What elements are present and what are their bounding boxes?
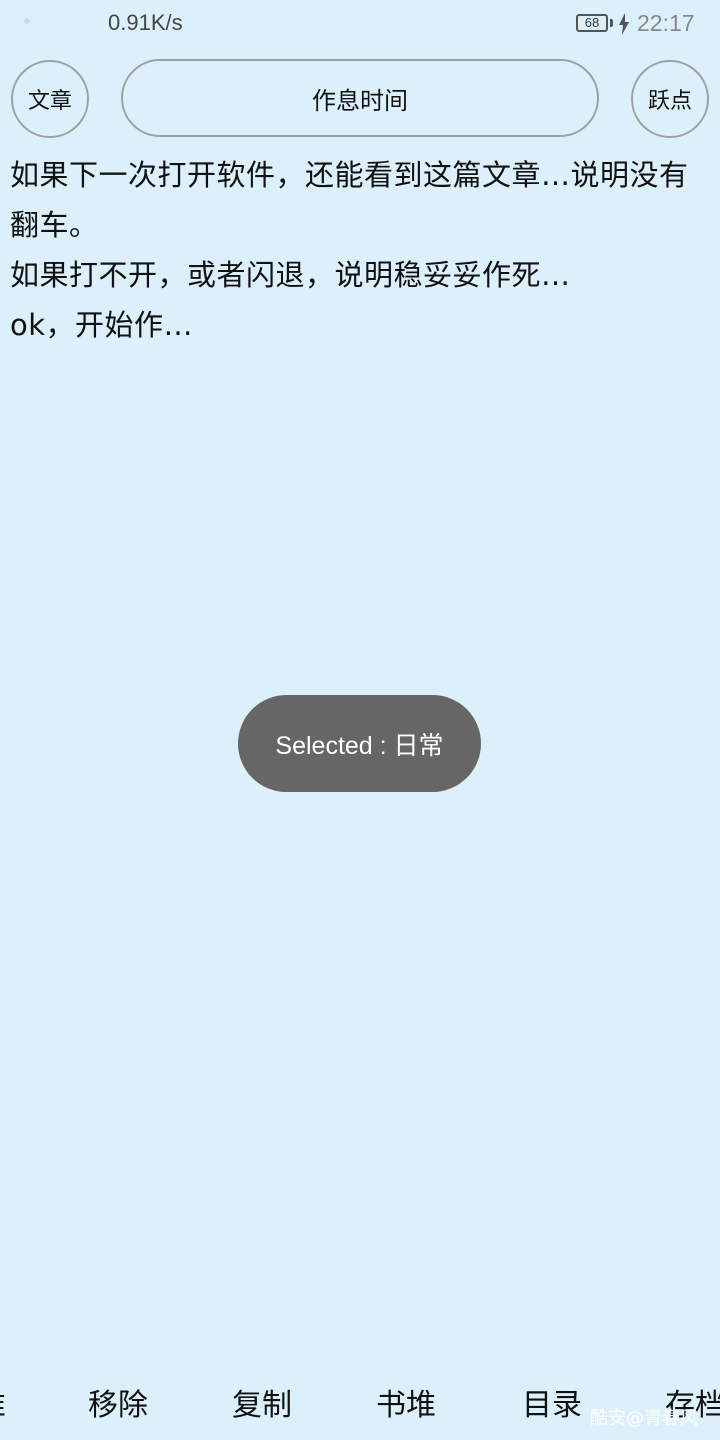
status-bar: 0.91K/s 68 22:17 — [0, 0, 720, 50]
clock: 22:17 — [637, 10, 695, 36]
title-field[interactable]: 作息时间 — [121, 59, 599, 137]
toast-message: Selected : 日常 — [238, 695, 481, 792]
lightning-icon — [619, 13, 629, 35]
bookshelf-button[interactable]: 书堆 — [376, 1380, 436, 1424]
article-content[interactable]: 如果下一次打开软件，还能看到这篇文章…说明没有翻车。 如果打不开，或者闪退，说明… — [10, 150, 710, 350]
content-line: ok，开始作… — [10, 308, 194, 342]
notification-dot-icon — [24, 18, 30, 24]
content-line: 如果打不开，或者闪退，说明稳妥妥作死… — [10, 258, 571, 292]
toolbar-item-partial[interactable]: 堆 — [0, 1380, 6, 1424]
network-speed: 0.91K/s — [108, 10, 183, 35]
content-line: 如果下一次打开软件，还能看到这篇文章…说明没有翻车。 — [10, 158, 689, 242]
watermark: 酷安@青春风 — [590, 1408, 698, 1429]
article-button[interactable]: 文章 — [11, 60, 89, 138]
remove-button[interactable]: 移除 — [88, 1380, 148, 1424]
battery-icon: 68 — [576, 14, 608, 32]
jump-button[interactable]: 跃点 — [631, 60, 709, 138]
catalog-button[interactable]: 目录 — [522, 1380, 582, 1424]
copy-button[interactable]: 复制 — [232, 1380, 292, 1424]
battery-tip — [610, 19, 613, 27]
